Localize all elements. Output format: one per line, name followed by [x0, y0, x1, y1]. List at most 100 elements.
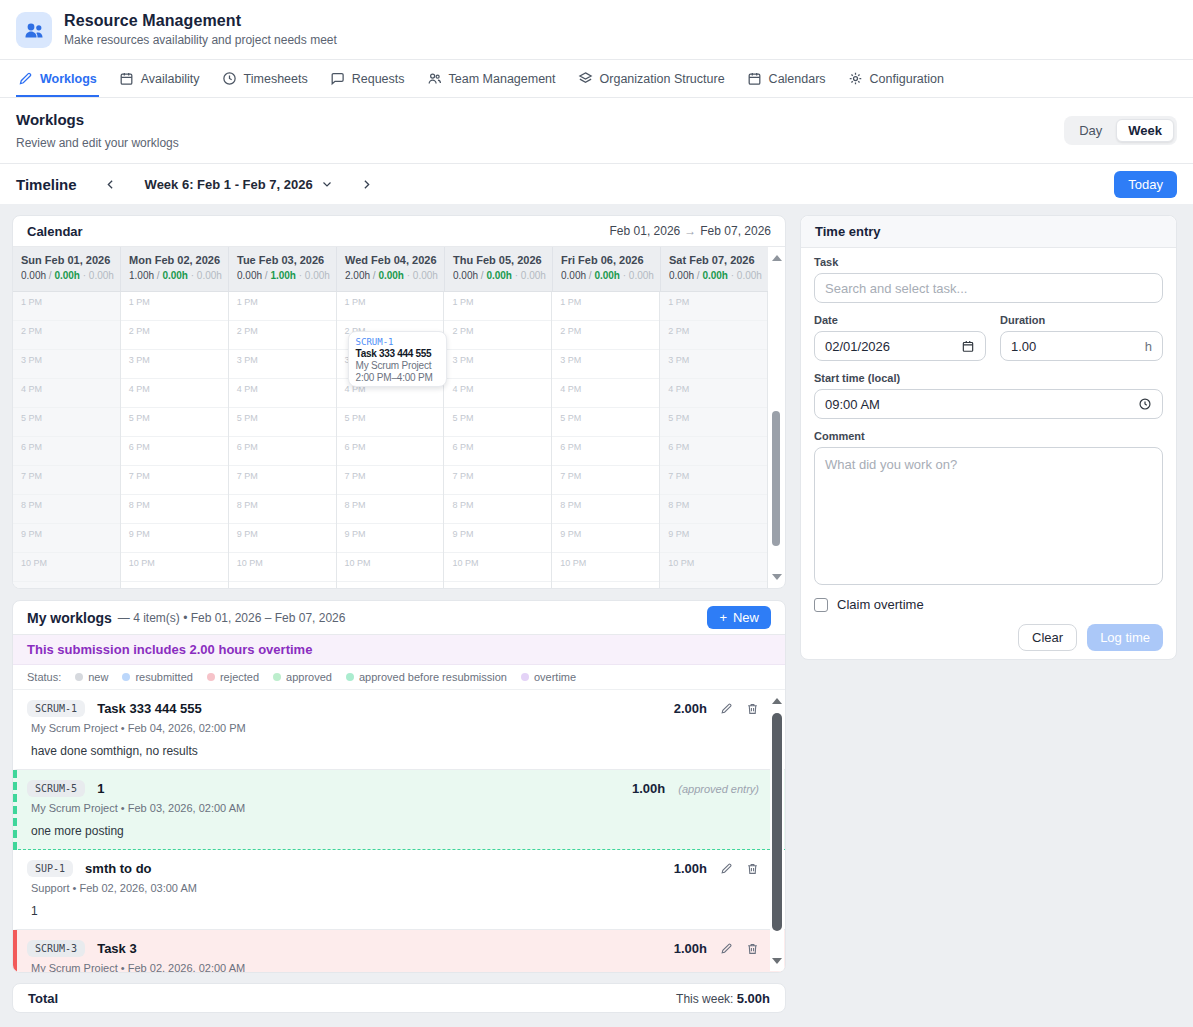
comment-textarea[interactable]: What did you work on?	[814, 447, 1163, 585]
tab-organization-structure[interactable]: Organization Structure	[576, 60, 727, 97]
hour-cell[interactable]: 5 PM	[337, 408, 444, 437]
next-week-button[interactable]	[355, 172, 379, 196]
hour-cell[interactable]: 10 PM	[552, 553, 659, 582]
day-button[interactable]: Day	[1067, 119, 1114, 142]
week-button[interactable]: Week	[1116, 119, 1174, 142]
tab-configuration[interactable]: Configuration	[846, 60, 946, 97]
worklogs-scrollbar[interactable]	[770, 691, 784, 971]
hour-cell[interactable]: 4 PM	[121, 379, 228, 408]
hour-cell[interactable]: 4 PM	[552, 379, 659, 408]
hour-cell[interactable]: 10 PM	[444, 553, 551, 582]
edit-button[interactable]	[720, 942, 733, 955]
hour-cell[interactable]: 4 PM	[229, 379, 336, 408]
hour-cell[interactable]: 10 PM	[337, 553, 444, 582]
hour-cell[interactable]: 3 PM	[660, 350, 767, 379]
log-time-button[interactable]: Log time	[1087, 624, 1163, 651]
tab-worklogs[interactable]: Worklogs	[16, 60, 99, 97]
hour-cell[interactable]: 1 PM	[13, 292, 120, 321]
hour-cell[interactable]: 11 PM	[337, 582, 444, 589]
tab-timesheets[interactable]: Timesheets	[220, 60, 310, 97]
hour-cell[interactable]: 6 PM	[13, 437, 120, 466]
delete-button[interactable]	[746, 702, 759, 715]
hour-cell[interactable]: 1 PM	[552, 292, 659, 321]
hour-cell[interactable]: 2 PM	[13, 321, 120, 350]
event-card[interactable]: SCRUM-1 Task 333 444 555 My Scrum Projec…	[348, 331, 448, 387]
hour-cell[interactable]: 8 PM	[660, 495, 767, 524]
hour-cell[interactable]: 5 PM	[444, 408, 551, 437]
hour-cell[interactable]: 10 PM	[121, 553, 228, 582]
hour-cell[interactable]: 2 PM	[444, 321, 551, 350]
hour-cell[interactable]: 7 PM	[121, 466, 228, 495]
hour-cell[interactable]: 5 PM	[121, 408, 228, 437]
hour-cell[interactable]: 10 PM	[13, 553, 120, 582]
calendar-scrollbar[interactable]	[768, 248, 784, 587]
edit-button[interactable]	[720, 702, 733, 715]
hour-cell[interactable]: 2 PM	[660, 321, 767, 350]
hour-cell[interactable]: 6 PM	[444, 437, 551, 466]
hour-cell[interactable]: 7 PM	[552, 466, 659, 495]
hour-cell[interactable]: 4 PM	[444, 379, 551, 408]
tab-requests[interactable]: Requests	[328, 60, 407, 97]
hour-cell[interactable]: 3 PM	[229, 350, 336, 379]
hour-cell[interactable]: 5 PM	[229, 408, 336, 437]
hour-cell[interactable]: 11 PM	[444, 582, 551, 589]
hour-cell[interactable]: 8 PM	[229, 495, 336, 524]
scroll-down-icon[interactable]	[772, 574, 782, 580]
hour-cell[interactable]: 10 PM	[660, 553, 767, 582]
duration-input[interactable]: 1.00 h	[1000, 331, 1163, 361]
delete-button[interactable]	[746, 942, 759, 955]
hour-cell[interactable]: 4 PM	[13, 379, 120, 408]
task-input[interactable]: Search and select task...	[814, 273, 1163, 303]
hour-cell[interactable]: 1 PM	[337, 292, 444, 321]
new-worklog-button[interactable]: + New	[707, 606, 771, 629]
hour-cell[interactable]: 2 PM	[121, 321, 228, 350]
calendar-scrollbar-thumb[interactable]	[772, 411, 780, 546]
hour-cell[interactable]: 9 PM	[121, 524, 228, 553]
hour-cell[interactable]: 6 PM	[552, 437, 659, 466]
hour-cell[interactable]: 11 PM	[552, 582, 659, 589]
tab-calendars[interactable]: Calendars	[745, 60, 828, 97]
date-input[interactable]: 02/01/2026	[814, 331, 986, 361]
hour-cell[interactable]: 7 PM	[337, 466, 444, 495]
claim-overtime-checkbox[interactable]	[814, 598, 828, 612]
hour-cell[interactable]: 8 PM	[552, 495, 659, 524]
hour-cell[interactable]: 9 PM	[660, 524, 767, 553]
hour-cell[interactable]: 7 PM	[660, 466, 767, 495]
hour-cell[interactable]: 9 PM	[229, 524, 336, 553]
hour-cell[interactable]: 6 PM	[337, 437, 444, 466]
scroll-down-icon[interactable]	[772, 958, 782, 964]
hour-cell[interactable]: 8 PM	[121, 495, 228, 524]
tab-availability[interactable]: Availability	[117, 60, 202, 97]
today-button[interactable]: Today	[1114, 171, 1177, 198]
hour-cell[interactable]: 4 PM	[660, 379, 767, 408]
hour-cell[interactable]: 9 PM	[337, 524, 444, 553]
hour-cell[interactable]: 11 PM	[121, 582, 228, 589]
hour-cell[interactable]: 9 PM	[13, 524, 120, 553]
tab-team-management[interactable]: Team Management	[425, 60, 558, 97]
hour-cell[interactable]: 2 PM	[552, 321, 659, 350]
hour-cell[interactable]: 11 PM	[229, 582, 336, 589]
hour-cell[interactable]: 1 PM	[121, 292, 228, 321]
hour-cell[interactable]: 8 PM	[444, 495, 551, 524]
hour-cell[interactable]: 3 PM	[444, 350, 551, 379]
hour-cell[interactable]: 6 PM	[121, 437, 228, 466]
hour-cell[interactable]: 10 PM	[229, 553, 336, 582]
hour-cell[interactable]: 7 PM	[444, 466, 551, 495]
hour-cell[interactable]: 5 PM	[552, 408, 659, 437]
hour-cell[interactable]: 1 PM	[229, 292, 336, 321]
hour-cell[interactable]: 3 PM	[13, 350, 120, 379]
hour-cell[interactable]: 3 PM	[552, 350, 659, 379]
hour-cell[interactable]: 8 PM	[337, 495, 444, 524]
hour-cell[interactable]: 5 PM	[660, 408, 767, 437]
hour-cell[interactable]: 3 PM	[121, 350, 228, 379]
hour-cell[interactable]: 5 PM	[13, 408, 120, 437]
hour-cell[interactable]: 6 PM	[229, 437, 336, 466]
hour-cell[interactable]: 7 PM	[229, 466, 336, 495]
hour-cell[interactable]: 7 PM	[13, 466, 120, 495]
scroll-up-icon[interactable]	[772, 698, 782, 704]
prev-week-button[interactable]	[99, 172, 123, 196]
start-time-input[interactable]: 09:00 AM	[814, 389, 1163, 419]
scroll-up-icon[interactable]	[772, 255, 782, 261]
clear-button[interactable]: Clear	[1018, 624, 1077, 651]
hour-cell[interactable]: 1 PM	[444, 292, 551, 321]
